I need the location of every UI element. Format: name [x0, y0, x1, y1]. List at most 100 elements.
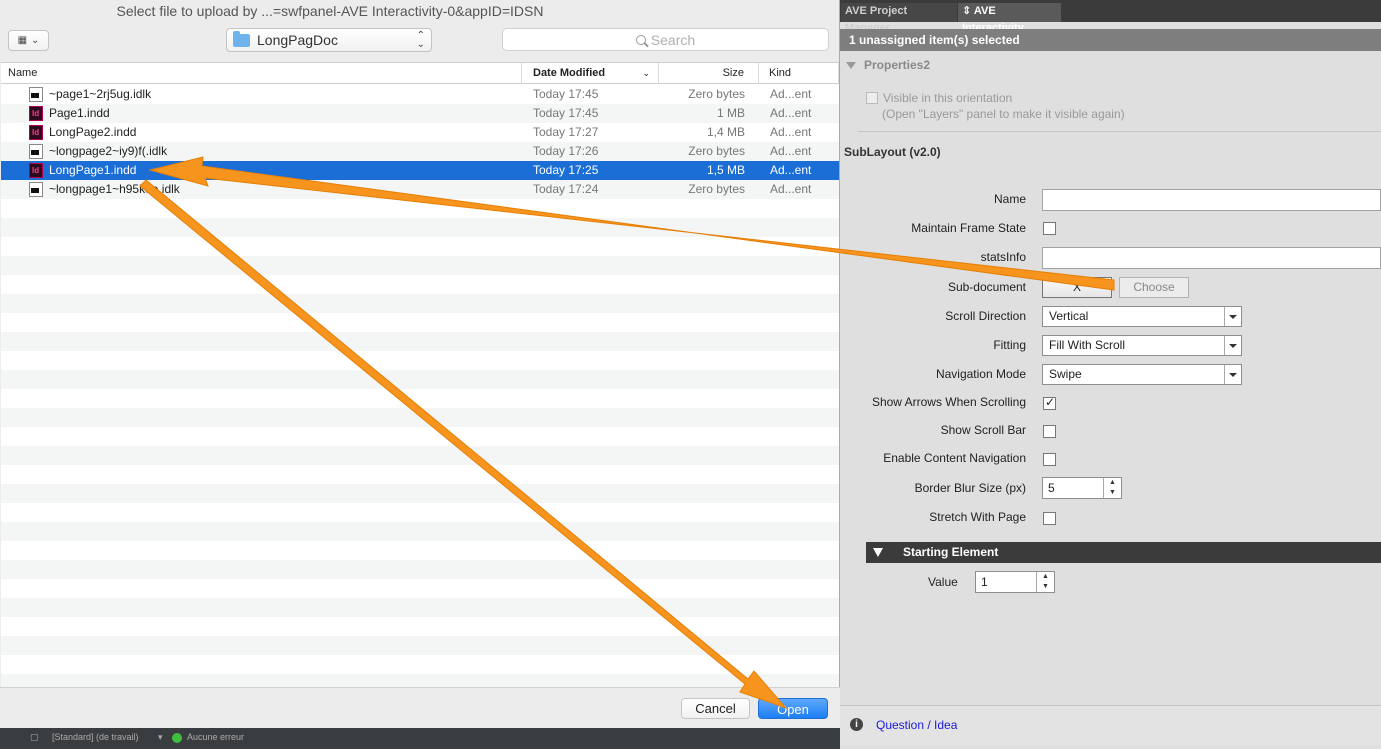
fitting-label: Fitting [993, 338, 1026, 352]
file-kind: Ad...ent [770, 125, 812, 139]
empty-row [1, 598, 839, 617]
file-name: Page1.indd [49, 106, 110, 120]
navigation-mode-select[interactable]: Swipe [1042, 364, 1242, 385]
starting-element-section[interactable]: Starting Element [866, 542, 1381, 563]
file-rows: ~page1~2rj5ug.idlk Today 17:45 Zero byte… [1, 85, 839, 687]
file-date: Today 17:45 [533, 87, 599, 101]
file-date: Today 17:27 [533, 125, 599, 139]
show-arrows-checkbox[interactable] [1043, 395, 1056, 410]
tab-ave-project-manager[interactable]: AVE Project Manager [841, 3, 957, 34]
visible-orientation-checkbox[interactable] [866, 92, 878, 104]
view-mode-button[interactable]: ▦ ⌄ [8, 30, 49, 51]
sublayout-title: SubLayout (v2.0) [844, 145, 941, 159]
file-name: LongPage1.indd [49, 163, 137, 177]
file-kind: Ad...ent [770, 144, 812, 158]
indesign-file-icon [29, 104, 43, 123]
dialog-title: Select file to upload by ...=swfpanel-AV… [116, 3, 544, 19]
column-kind-header[interactable]: Kind [759, 63, 839, 84]
enable-content-navigation-checkbox[interactable] [1043, 453, 1056, 466]
show-arrows-label: Show Arrows When Scrolling [871, 395, 1026, 409]
sort-chevron-icon: ⌄ [642, 68, 650, 78]
status-mode: [Standard] (de travail) [52, 732, 139, 742]
value-stepper-value: 1 [981, 575, 988, 589]
search-icon [635, 34, 646, 45]
location-select[interactable]: LongPagDoc ⌃ ⌄ [226, 28, 432, 52]
clear-subdocument-button[interactable]: X [1042, 277, 1112, 298]
tab-ave-interactivity[interactable]: ⇕ AVE Interactivity [958, 3, 1061, 34]
stats-info-input[interactable] [1042, 247, 1381, 269]
file-row[interactable]: Page1.indd Today 17:45 1 MB Ad...ent [1, 104, 839, 123]
name-input[interactable] [1042, 189, 1381, 211]
empty-row [1, 370, 839, 389]
starting-element-title: Starting Element [903, 545, 999, 559]
status-ok-icon [172, 733, 182, 743]
open-button[interactable]: Open [758, 698, 828, 719]
visible-orientation-label: Visible in this orientation [883, 91, 1013, 105]
file-row[interactable]: ~longpage1~h95k8e.idlk Today 17:24 Zero … [1, 180, 839, 199]
choose-subdocument-button[interactable]: Choose [1119, 277, 1189, 298]
fitting-select[interactable]: Fill With Scroll [1042, 335, 1242, 356]
empty-row [1, 218, 839, 237]
updown-chevron-icon: ⇕ [962, 5, 972, 17]
stepper-arrows-icon[interactable]: ▲ ▼ [1036, 572, 1054, 592]
maintain-frame-state-checkbox[interactable] [1043, 222, 1056, 235]
stretch-with-page-checkbox[interactable] [1043, 512, 1056, 525]
empty-row [1, 465, 839, 484]
file-row[interactable]: LongPage2.indd Today 17:27 1,4 MB Ad...e… [1, 123, 839, 142]
cancel-button[interactable]: Cancel [681, 698, 750, 719]
empty-row [1, 446, 839, 465]
column-name-header[interactable]: Name [1, 63, 522, 84]
dropdown-arrow-icon [1224, 336, 1241, 355]
file-date: Today 17:26 [533, 144, 599, 158]
search-placeholder: Search [650, 31, 696, 48]
stepper-arrows-icon[interactable]: ▲ ▼ [1103, 478, 1121, 498]
updown-chevron-icon: ⌃ ⌄ [416, 30, 425, 50]
navigation-mode-label: Navigation Mode [935, 367, 1026, 381]
empty-row [1, 484, 839, 503]
empty-row [1, 427, 839, 446]
chevron-down-icon: ⌄ [31, 35, 40, 46]
file-row[interactable]: ~page1~2rj5ug.idlk Today 17:45 Zero byte… [1, 85, 839, 104]
scroll-direction-value: Vertical [1049, 309, 1089, 323]
dropdown-icon[interactable]: ▾ [158, 732, 163, 743]
show-scroll-bar-checkbox[interactable] [1043, 425, 1056, 438]
file-row[interactable]: ~longpage2~iy9)f(.idlk Today 17:26 Zero … [1, 142, 839, 161]
indesign-status-bar: ▢ [Standard] (de travail) ▾ Aucune erreu… [0, 728, 840, 749]
scroll-direction-select[interactable]: Vertical [1042, 306, 1242, 327]
file-name: ~page1~2rj5ug.idlk [49, 87, 152, 101]
idlk-file-icon [29, 87, 43, 102]
properties2-section[interactable]: Properties2 [846, 58, 930, 72]
panel-footer: i Question / Idea [840, 705, 1381, 745]
file-row-selected[interactable]: LongPage1.indd Today 17:25 1,5 MB Ad...e… [1, 161, 839, 180]
dialog-toolbar: ▦ ⌄ LongPagDoc ⌃ ⌄ Search [0, 22, 840, 62]
file-date: Today 17:45 [533, 106, 599, 120]
column-date-label: Date Modified [533, 67, 606, 79]
empty-row [1, 503, 839, 522]
panel-tabs: AVE Project Manager ⇕ AVE Interactivity [840, 0, 1381, 34]
idlk-file-icon [29, 182, 43, 197]
file-size: 1,5 MB [706, 163, 745, 177]
column-date-header[interactable]: Date Modified ⌄ [522, 63, 659, 84]
sub-document-label: Sub-document [947, 280, 1026, 294]
column-size-header[interactable]: Size [659, 63, 759, 84]
empty-row [1, 256, 839, 275]
page-icon: ▢ [30, 732, 39, 742]
dropdown-arrow-icon [1224, 307, 1241, 326]
empty-row [1, 199, 839, 218]
column-header: Name Date Modified ⌄ Size Kind [1, 63, 839, 84]
border-blur-size-value: 5 [1048, 481, 1055, 495]
file-name: ~longpage2~iy9)f(.idlk [49, 144, 168, 158]
selection-status: 1 unassigned item(s) selected [840, 29, 1381, 51]
dropdown-arrow-icon [1224, 365, 1241, 384]
stretch-with-page-label: Stretch With Page [929, 510, 1026, 524]
question-idea-link[interactable]: Question / Idea [876, 718, 957, 732]
scroll-direction-label: Scroll Direction [945, 309, 1026, 323]
border-blur-size-stepper[interactable]: 5 ▲ ▼ [1042, 477, 1122, 499]
value-stepper[interactable]: 1 ▲ ▼ [975, 571, 1055, 593]
indesign-file-icon [29, 123, 43, 142]
divider [858, 131, 1381, 132]
empty-list-area [1, 199, 839, 687]
value-label: Value [928, 575, 958, 589]
search-input[interactable]: Search [502, 28, 829, 51]
collapse-triangle-icon [846, 62, 856, 69]
